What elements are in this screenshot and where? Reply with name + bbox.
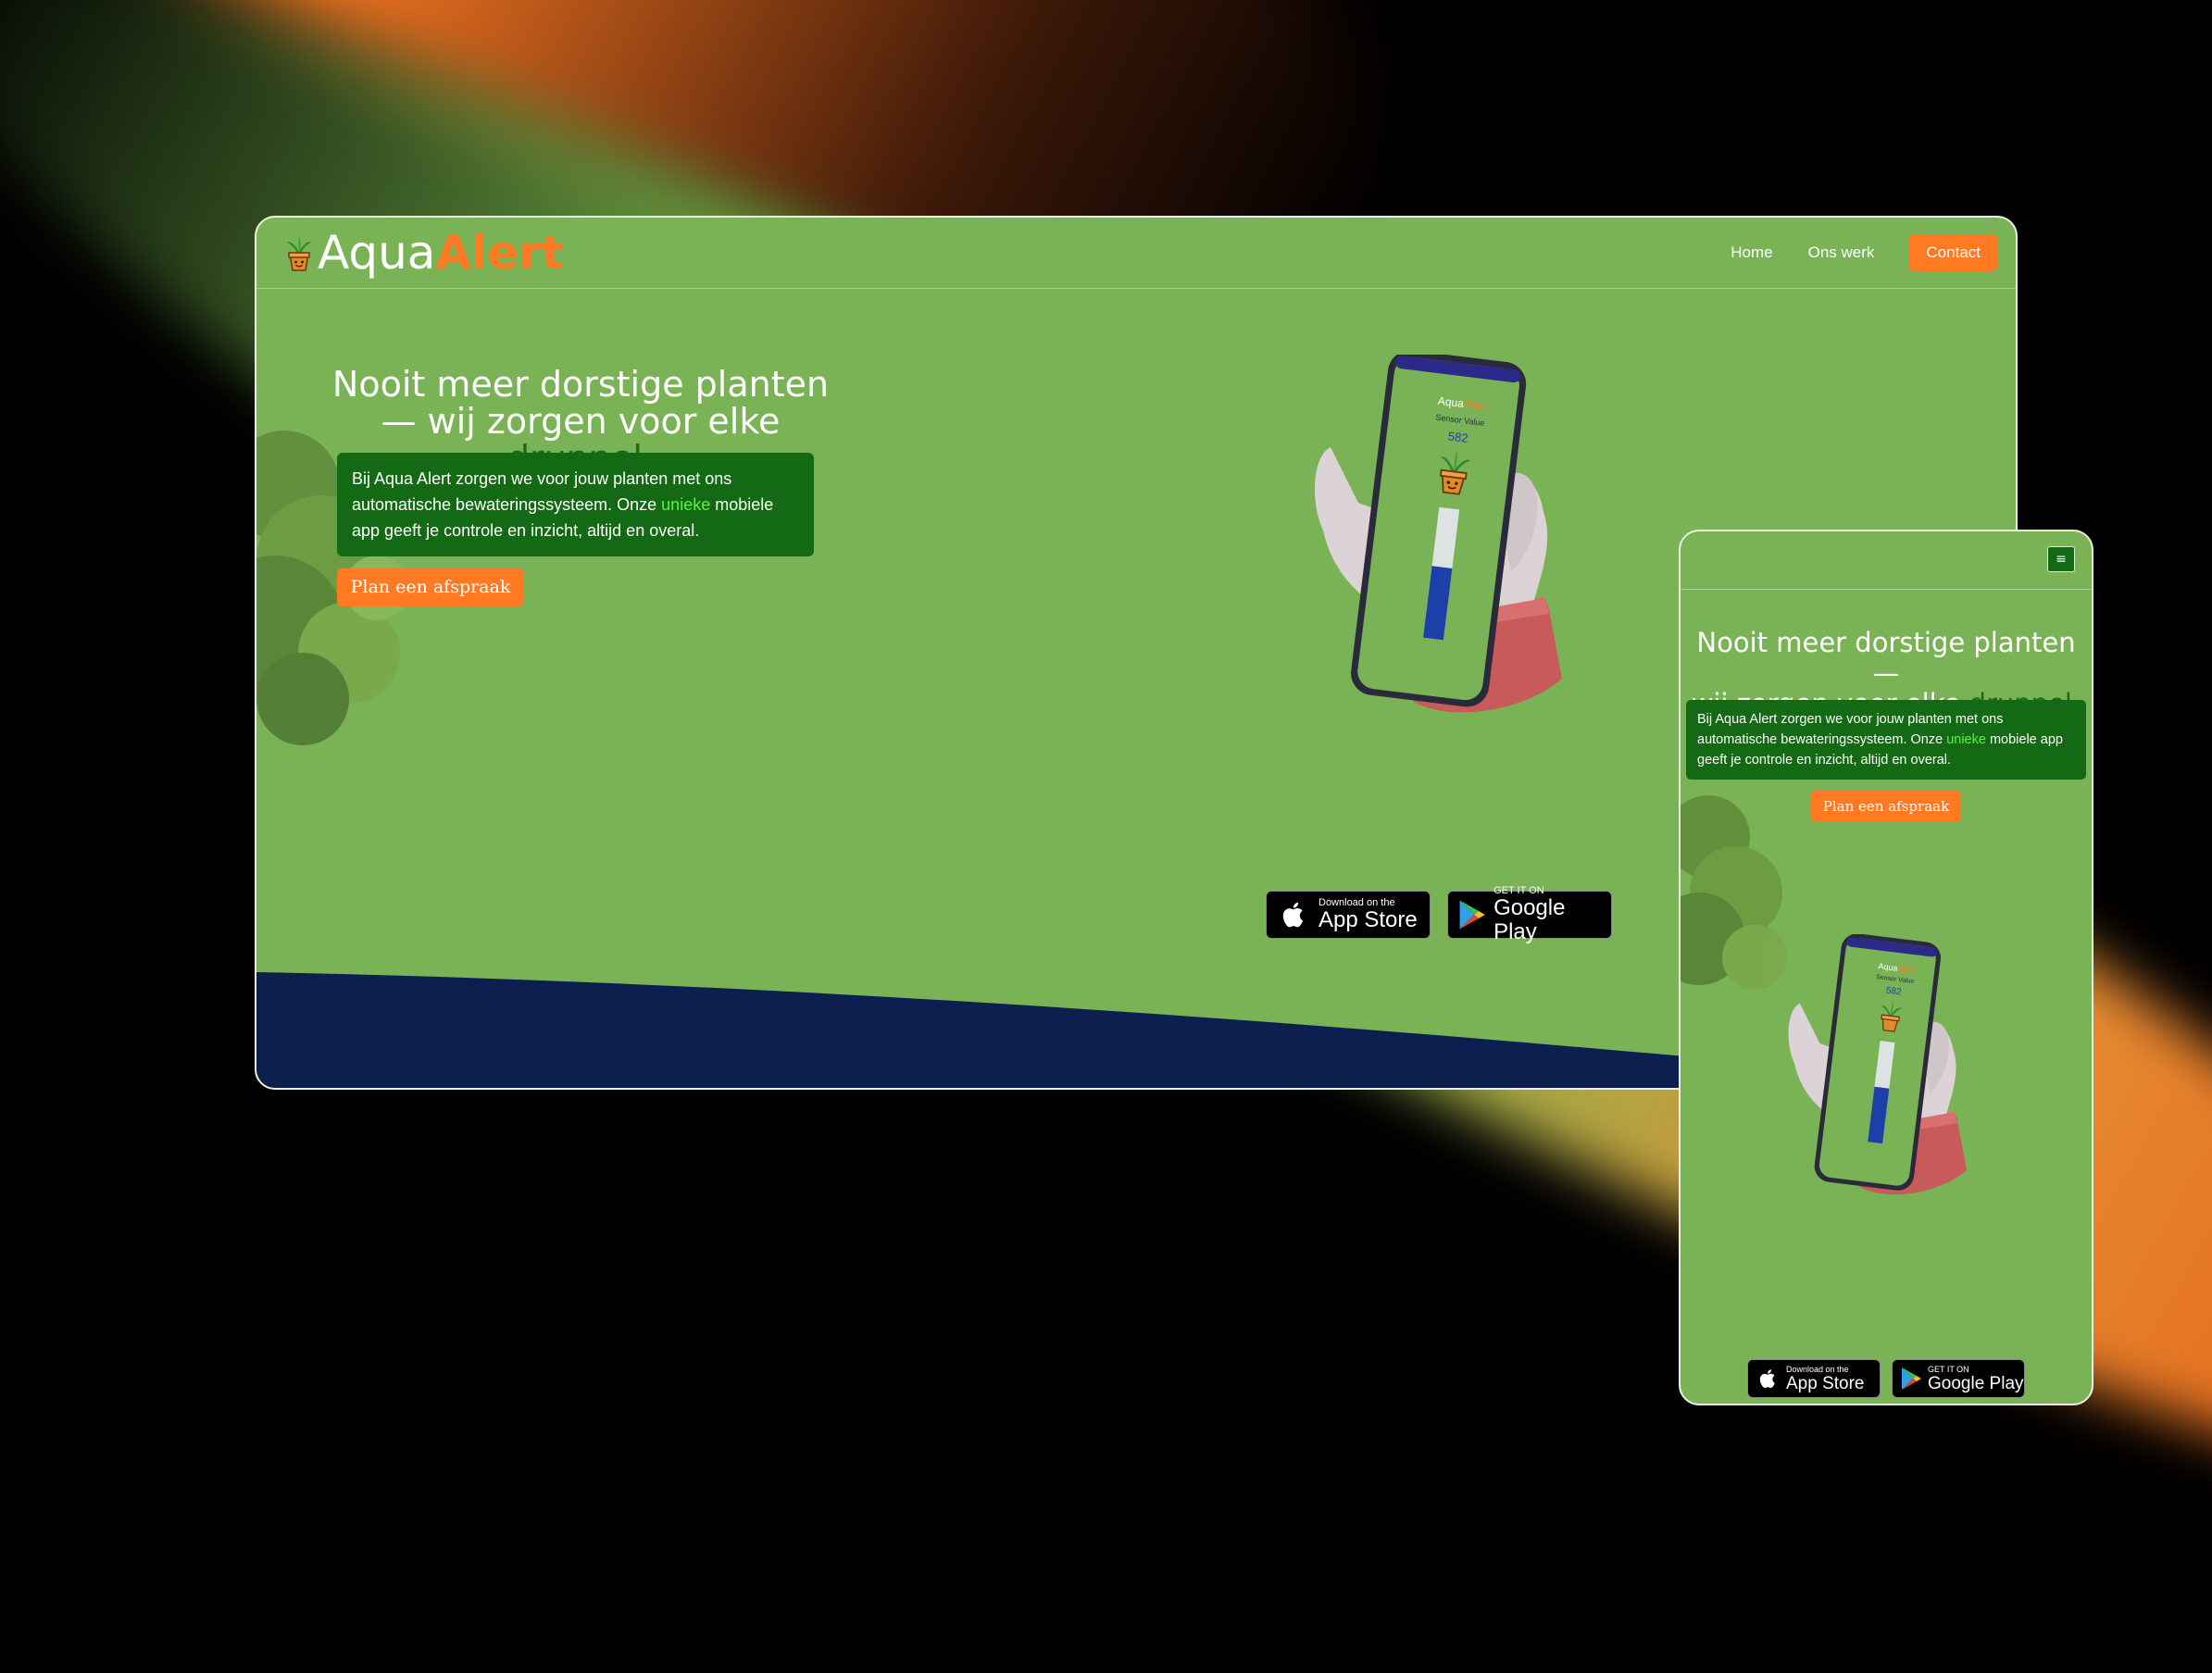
logo-text-alert: Alert bbox=[435, 226, 564, 280]
mobile-preview: ≡ Nooit meer dorstige planten— wij zorge… bbox=[1679, 530, 2093, 1405]
hero-description-highlight: unieke bbox=[661, 495, 711, 514]
hamburger-icon: ≡ bbox=[2056, 552, 2067, 567]
mobile-phone-brand-alert: Alert bbox=[1896, 963, 1916, 976]
mobile-description-highlight: unieke bbox=[1946, 732, 1986, 747]
mobile-apple-icon bbox=[1759, 1369, 1775, 1389]
apple-icon bbox=[1282, 902, 1304, 928]
google-play-icon bbox=[1459, 900, 1485, 930]
phone-water-level-bar bbox=[1423, 506, 1460, 641]
mobile-google-play-big-text: Google Play bbox=[1928, 1373, 2024, 1393]
mobile-app-store-big-text: App Store bbox=[1786, 1373, 1865, 1393]
logo-text-aqua: Aqua bbox=[318, 226, 436, 280]
top-navigation: AquaAlert Home Ons werk Contact bbox=[256, 218, 2016, 289]
mobile-google-play-icon bbox=[1902, 1367, 1921, 1390]
google-play-button[interactable]: GET IT ON Google Play bbox=[1447, 885, 1612, 944]
mobile-hero-description: Bij Aqua Alert zorgen we voor jouw plant… bbox=[1686, 700, 2086, 780]
mobile-phone-water-level-bar bbox=[1868, 1041, 1895, 1144]
plan-appointment-button[interactable]: Plan een afspraak bbox=[337, 568, 524, 606]
phone-brand-aqua: Aqua bbox=[1437, 393, 1465, 411]
logo[interactable]: AquaAlert bbox=[284, 229, 564, 277]
plant-pot-icon bbox=[287, 235, 311, 271]
mobile-phone-water-level-fill bbox=[1868, 1086, 1890, 1144]
mobile-google-play-button[interactable]: GET IT ON Google Play bbox=[1892, 1359, 2025, 1398]
app-store-button[interactable]: Download on the App Store bbox=[1266, 891, 1431, 939]
hero-title-line1: Nooit meer dorstige planten bbox=[331, 364, 830, 405]
google-play-big-text: Google Play bbox=[1493, 895, 1566, 944]
mobile-plan-appointment-button[interactable]: Plan een afspraak bbox=[1811, 791, 1961, 822]
nav-home-link[interactable]: Home bbox=[1731, 243, 1772, 262]
mobile-phone-brand-aqua: Aqua bbox=[1878, 961, 1899, 973]
phone-plant-pot-icon bbox=[1439, 450, 1470, 495]
mobile-navigation: ≡ bbox=[1681, 531, 2092, 590]
hero-title-line2: — wij zorgen voor elke bbox=[381, 401, 781, 442]
hero-description: Bij Aqua Alert zorgen we voor jouw plant… bbox=[337, 453, 814, 556]
app-store-big-text: App Store bbox=[1318, 907, 1418, 932]
mobile-hero-title-line1: Nooit meer dorstige planten— bbox=[1696, 627, 2076, 689]
contact-button[interactable]: Contact bbox=[1909, 234, 1997, 271]
mobile-app-store-small-text: Download on the bbox=[1786, 1364, 1849, 1374]
mobile-phone-plant-pot-icon bbox=[1881, 1001, 1903, 1032]
phone-brand-alert: Alert bbox=[1462, 397, 1488, 414]
mobile-google-play-small-text: GET IT ON bbox=[1928, 1364, 1969, 1374]
nav-ons-werk-link[interactable]: Ons werk bbox=[1808, 243, 1875, 262]
hamburger-menu-button[interactable]: ≡ bbox=[2047, 546, 2075, 572]
mobile-app-store-button[interactable]: Download on the App Store bbox=[1747, 1359, 1881, 1398]
phone-water-level-fill bbox=[1423, 566, 1453, 641]
